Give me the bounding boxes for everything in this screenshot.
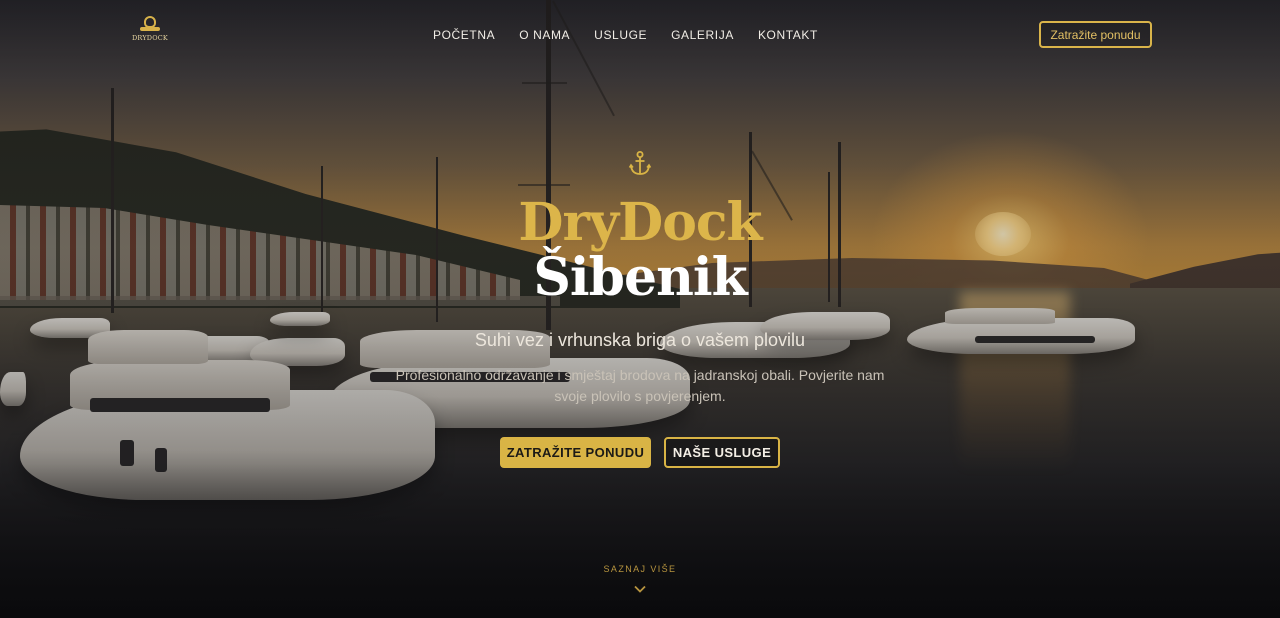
- hero-title-line1: DryDock: [518, 192, 762, 253]
- logo-icon: [140, 16, 160, 32]
- our-services-button[interactable]: NAŠE USLUGE: [664, 437, 780, 468]
- nav-item-o-nama[interactable]: O NAMA: [519, 28, 570, 42]
- hero-description: Profesionalno održavanje i smještaj brod…: [395, 367, 885, 404]
- nav-item-usluge[interactable]: USLUGE: [594, 28, 647, 42]
- nav-item-galerija[interactable]: GALERIJA: [671, 28, 734, 42]
- main-menu: POČETNA O NAMA USLUGE GALERIJA KONTAKT: [433, 28, 818, 42]
- hero-buttons: ZATRAŽITE PONUDU NAŠE USLUGE: [0, 437, 1280, 468]
- logo-text: DRYDOCK: [132, 34, 168, 42]
- hero-title-line2: Šibenik: [533, 247, 747, 308]
- scroll-label: SAZNAJ VIŠE: [603, 564, 677, 574]
- top-navigation: DRYDOCK POČETNA O NAMA USLUGE GALERIJA K…: [0, 0, 1280, 70]
- hero-content: DryDock Šibenik Suhi vez i vrhunska brig…: [0, 150, 1280, 468]
- request-quote-nav-button[interactable]: Zatražite ponudu: [1039, 21, 1152, 48]
- logo[interactable]: DRYDOCK: [128, 16, 172, 50]
- nav-item-kontakt[interactable]: KONTAKT: [758, 28, 818, 42]
- hero-section: DRYDOCK POČETNA O NAMA USLUGE GALERIJA K…: [0, 0, 1280, 618]
- request-quote-button[interactable]: ZATRAŽITE PONUDU: [500, 437, 651, 468]
- anchor-icon: [628, 150, 652, 178]
- scroll-indicator[interactable]: SAZNAJ VIŠE: [0, 564, 1280, 593]
- hero-subtitle: Suhi vez i vrhunska briga o vašem plovil…: [474, 330, 806, 350]
- nav-item-pocetna[interactable]: POČETNA: [433, 28, 495, 42]
- chevron-down-icon: [634, 578, 646, 593]
